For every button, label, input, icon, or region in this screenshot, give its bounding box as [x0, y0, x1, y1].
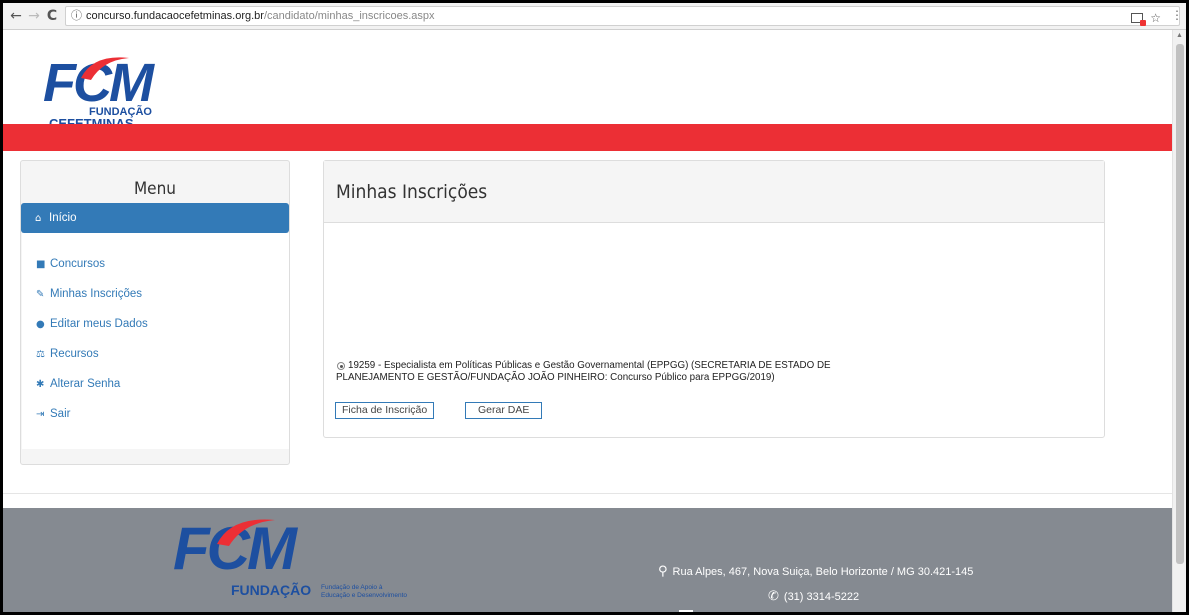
scrollbar-thumb[interactable]	[1176, 44, 1184, 564]
sidebar-item-minhas-inscricoes[interactable]: ✎ Minhas Inscrições	[22, 279, 289, 309]
footer: FCM FUNDAÇÃO Fundação de Apoio à Educaçã…	[3, 508, 1172, 612]
sidebar-item-sair[interactable]: ⇥ Sair	[22, 399, 289, 429]
folder-icon: ■	[36, 258, 46, 270]
reload-icon[interactable]: C	[43, 6, 61, 26]
info-icon[interactable]: ⓘ	[71, 7, 82, 25]
scale-icon: ⚖	[36, 348, 45, 360]
sign-out-icon: ⇥	[36, 408, 45, 420]
browser-toolbar: ← → C ⓘ concurso.fundacaocefetminas.org.…	[3, 3, 1186, 30]
page-title: Minhas Inscrições	[336, 180, 488, 203]
header-red-bar	[3, 124, 1172, 151]
back-icon[interactable]: ←	[7, 6, 25, 26]
edit-icon: ✎	[36, 288, 45, 300]
inscricoes-panel: Minhas Inscrições 19259 - Especialista e…	[323, 160, 1105, 438]
sidebar-item-label: Sair	[50, 408, 71, 420]
footer-address: ⚲ Rua Alpes, 467, Nova Suiça, Belo Horiz…	[658, 564, 973, 579]
sidebar: Menu ⌂ Início ■ Concursos ✎ Minhas Inscr…	[20, 160, 290, 465]
sidebar-item-concursos[interactable]: ■ Concursos	[22, 249, 289, 279]
footer-logo-sub: Fundação de Apoio à Educação e Desenvolv…	[321, 584, 407, 599]
sidebar-item-label: Editar meus Dados	[50, 318, 148, 330]
ficha-inscricao-button[interactable]: Ficha de Inscrição	[335, 402, 435, 419]
sidebar-item-editar-dados[interactable]: ● Editar meus Dados	[22, 309, 289, 339]
sidebar-item-label: Concursos	[50, 258, 105, 270]
logo-swoosh-icon	[81, 57, 129, 80]
sidebar-item-alterar-senha[interactable]: ✱ Alterar Senha	[22, 369, 289, 399]
user-icon: ●	[36, 318, 45, 330]
inscricao-label: 19259 - Especialista em Políticas Públic…	[336, 360, 831, 383]
phone-icon: ✆	[768, 589, 779, 604]
sidebar-item-label: Minhas Inscrições	[50, 288, 143, 300]
panel-header: Minhas Inscrições	[324, 161, 1104, 223]
gear-icon: ✱	[36, 378, 45, 390]
forward-icon[interactable]: →	[25, 6, 43, 26]
scroll-up-icon[interactable]: ▲	[1176, 32, 1183, 39]
menu-title: Menu	[133, 179, 176, 199]
footer-logo-swoosh-icon	[217, 519, 275, 546]
gerar-dae-button[interactable]: Gerar DAE	[465, 402, 543, 419]
address-text: Rua Alpes, 467, Nova Suiça, Belo Horizon…	[672, 565, 974, 578]
url-host: concurso.fundacaocefetminas.org.br	[86, 10, 264, 22]
url-path: /candidato/minhas_inscricoes.aspx	[263, 10, 435, 22]
home-icon: ⌂	[35, 212, 42, 224]
sidebar-item-label: Alterar Senha	[50, 378, 121, 390]
sidebar-item-inicio[interactable]: ⌂ Início	[21, 203, 289, 233]
popup-blocked-icon[interactable]	[1131, 13, 1147, 26]
browser-window: ← → C ⓘ concurso.fundacaocefetminas.org.…	[3, 3, 1186, 612]
sidebar-item-recursos[interactable]: ⚖ Recursos	[22, 339, 289, 369]
footer-logo-fundacao: FUNDAÇÃO	[231, 582, 312, 598]
phone-text: (31) 3314-5222	[783, 590, 860, 603]
page: FCM FUNDAÇÃO CEFETMINAS Menu ⌂ Início ■ …	[3, 30, 1172, 612]
footer-phone: ✆ (31) 3314-5222	[768, 589, 859, 604]
vertical-scrollbar[interactable]: ▲	[1172, 30, 1186, 612]
browser-menu-icon[interactable]: ⋮	[1171, 8, 1183, 22]
sidebar-item-label: Início	[49, 212, 77, 224]
star-icon[interactable]: ☆	[1150, 9, 1161, 27]
address-bar[interactable]: ⓘ concurso.fundacaocefetminas.org.br/can…	[65, 6, 1180, 26]
footer-logo: FCM FUNDAÇÃO Fundação de Apoio à Educaçã…	[173, 518, 413, 612]
divider	[3, 493, 1172, 494]
sidebar-item-label: Recursos	[50, 348, 99, 360]
map-marker-icon: ⚲	[658, 564, 668, 579]
